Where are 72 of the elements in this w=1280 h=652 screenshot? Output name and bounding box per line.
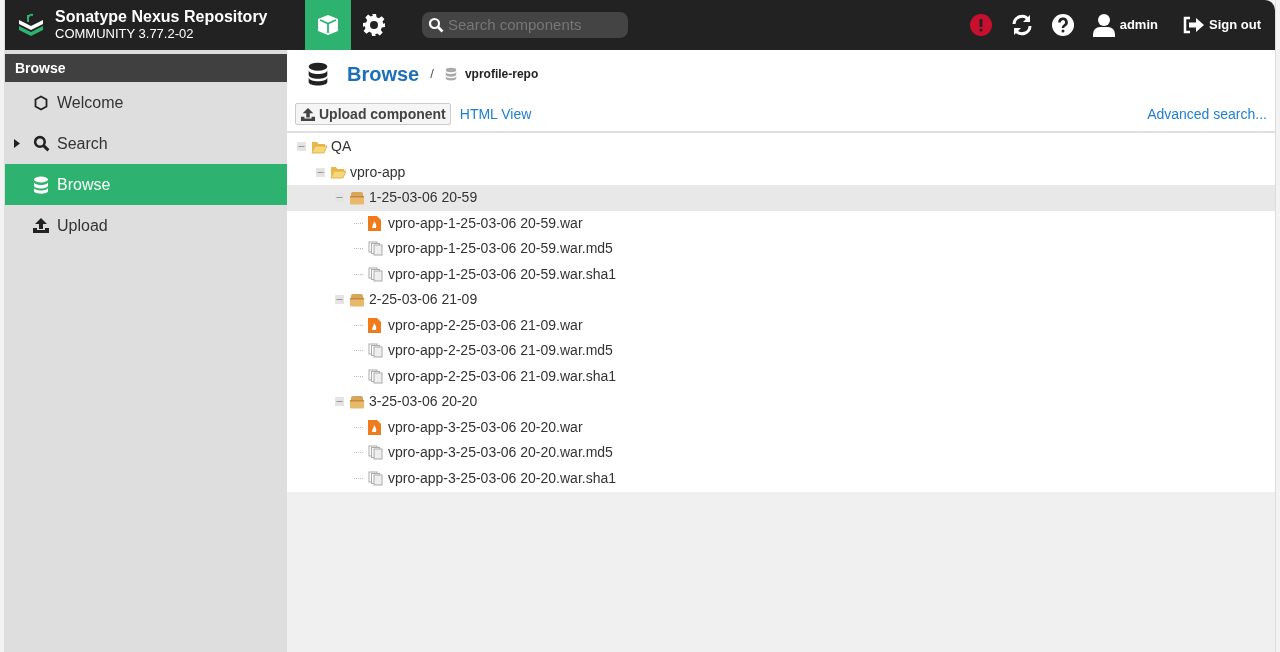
repository-icon — [444, 66, 457, 81]
files-icon — [368, 241, 383, 257]
collapse-toggle-icon[interactable] — [335, 295, 344, 305]
files-icon — [368, 470, 383, 486]
package-icon — [349, 394, 365, 409]
tree-node-label: vpro-app-1-25-03-06 20-59.war.sha1 — [388, 264, 617, 284]
breadcrumb-separator: / — [430, 64, 434, 83]
tree-connector — [354, 350, 364, 352]
archive-file-icon — [368, 215, 381, 231]
tree-connector — [354, 426, 364, 428]
tree-node-label: vpro-app-2-25-03-06 21-09.war — [388, 315, 583, 335]
html-view-link[interactable]: HTML View — [459, 103, 532, 125]
search-icon — [428, 17, 444, 33]
advanced-search-link[interactable]: Advanced search... — [1147, 103, 1267, 125]
tree-node-label: QA — [331, 137, 352, 157]
tree-node-label: vpro-app-2-25-03-06 21-09.war.sha1 — [388, 366, 617, 386]
collapse-toggle-icon[interactable] — [335, 397, 344, 407]
files-icon — [368, 445, 383, 461]
tree-connector — [354, 452, 364, 454]
folder-icon — [311, 139, 327, 154]
user-button[interactable]: admin — [1092, 13, 1158, 37]
tree-node-label: vpro-app-3-25-03-06 20-20.war.sha1 — [388, 468, 617, 488]
tree-node-label: vpro-app-3-25-03-06 20-20.war — [388, 417, 583, 437]
upload-icon — [32, 217, 50, 234]
database-icon — [33, 175, 49, 194]
cube-icon — [316, 13, 340, 37]
tree-node-label: vpro-app-2-25-03-06 21-09.war.md5 — [388, 341, 613, 361]
tree-connector — [354, 324, 364, 326]
files-icon — [368, 343, 383, 359]
collapse-toggle-icon[interactable] — [297, 142, 306, 152]
help-icon[interactable] — [1051, 14, 1074, 36]
tree-node-label: vpro-app-1-25-03-06 20-59.war — [388, 213, 583, 233]
collapse-toggle-icon[interactable] — [316, 167, 325, 177]
database-icon — [307, 61, 329, 86]
upload-icon — [300, 106, 316, 122]
folder-icon — [330, 165, 346, 180]
tree-row[interactable]: 1-25-03-06 20-59 — [287, 185, 1275, 211]
alert-icon[interactable] — [969, 14, 992, 36]
package-icon — [349, 292, 365, 307]
files-icon — [368, 368, 383, 384]
sign-out-button[interactable]: Sign out — [1182, 15, 1261, 35]
expand-arrow-icon[interactable] — [14, 139, 20, 148]
product-name: Sonatype Nexus Repository — [55, 8, 269, 25]
tree-connector — [354, 222, 364, 224]
tree-connector — [354, 375, 364, 377]
logo-icon — [17, 12, 45, 38]
tree-node-label: vpro-app-1-25-03-06 20-59.war.md5 — [388, 239, 613, 259]
sidebar-item[interactable]: Welcome — [5, 82, 287, 123]
settings-icon — [362, 13, 386, 37]
tree-node-label: vpro-app-3-25-03-06 20-20.war.md5 — [388, 443, 613, 463]
search-icon — [32, 135, 50, 152]
sign-out-icon — [1182, 16, 1204, 34]
tree-node-label: 3-25-03-06 20-20 — [369, 392, 478, 412]
archive-file-icon — [368, 419, 381, 435]
tree-node-label: vpro-app — [350, 162, 406, 182]
tree-connector — [354, 273, 364, 275]
archive-file-icon — [368, 317, 381, 333]
user-icon — [1092, 13, 1115, 37]
sidebar-title: Browse — [5, 54, 287, 82]
product-edition: COMMUNITY 3.77.2-02 — [55, 25, 195, 42]
tree-connector — [354, 248, 364, 250]
files-icon — [368, 266, 383, 282]
tree-node-label: 1-25-03-06 20-59 — [369, 188, 478, 208]
tree-connector — [354, 477, 364, 479]
sidebar-item[interactable]: Search — [5, 123, 287, 164]
upload-component-button[interactable]: Upload component — [295, 103, 451, 125]
hexagon-icon — [34, 94, 48, 111]
sidebar-item[interactable]: Upload — [5, 205, 287, 246]
repository-name[interactable]: vprofile-repo — [464, 64, 539, 83]
page-title: Browse — [347, 61, 420, 87]
package-icon — [349, 190, 365, 205]
tree-node-label: 2-25-03-06 21-09 — [369, 290, 478, 310]
